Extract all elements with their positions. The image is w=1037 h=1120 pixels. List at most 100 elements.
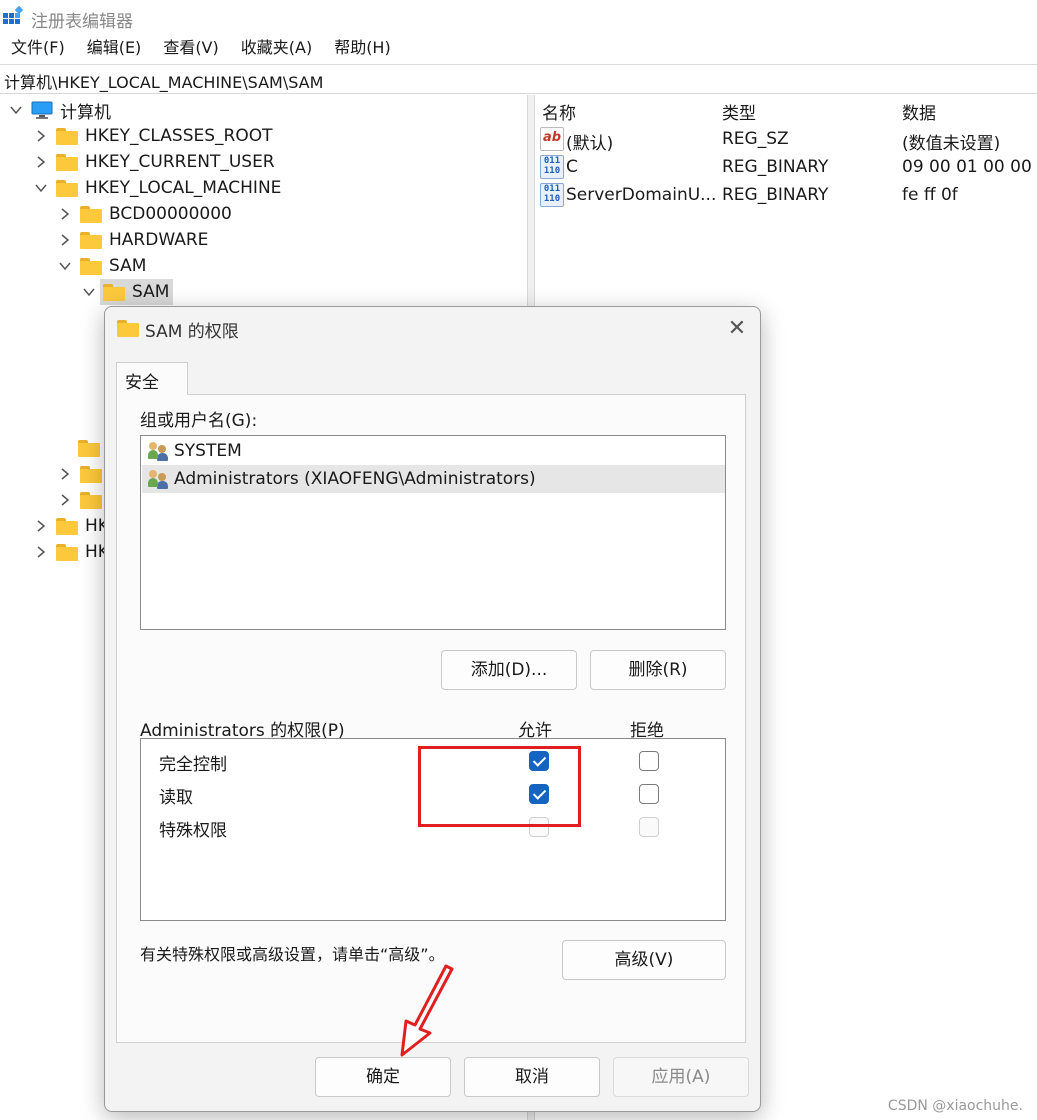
column-header-data[interactable]: 数据 bbox=[902, 99, 936, 124]
tree-node-hkcr[interactable]: HKEY_CLASSES_ROOT bbox=[34, 123, 273, 149]
chevron-right-icon[interactable] bbox=[58, 493, 72, 507]
tree-node-bcd[interactable]: BCD00000000 bbox=[58, 201, 232, 227]
tree-node-hklm[interactable]: HKEY_LOCAL_MACHINE bbox=[34, 175, 281, 201]
tree-node-sam[interactable]: SAM bbox=[58, 253, 146, 279]
highlight-box bbox=[418, 746, 581, 827]
advanced-button[interactable]: 高级(V) bbox=[562, 940, 726, 980]
deny-full-control-checkbox[interactable] bbox=[639, 751, 659, 771]
folder-open-icon bbox=[103, 283, 125, 301]
permission-name: 完全控制 bbox=[159, 755, 227, 775]
value-name: ServerDomainU... bbox=[566, 185, 717, 205]
value-data: fe ff 0f bbox=[902, 185, 958, 205]
user-name: SYSTEM bbox=[174, 441, 242, 461]
chevron-down-icon[interactable] bbox=[82, 285, 96, 299]
folder-icon bbox=[78, 439, 100, 457]
cancel-button[interactable]: 取消 bbox=[464, 1057, 600, 1097]
window-title: 注册表编辑器 bbox=[31, 12, 133, 32]
column-header-type[interactable]: 类型 bbox=[722, 99, 756, 124]
address-bar[interactable]: 计算机\HKEY_LOCAL_MACHINE\SAM\SAM bbox=[0, 64, 1037, 94]
chevron-right-icon[interactable] bbox=[58, 207, 72, 221]
tree-node-hidden-1[interactable] bbox=[78, 435, 107, 461]
tree-label: SAM bbox=[132, 282, 170, 302]
value-type: REG_SZ bbox=[722, 129, 789, 149]
user-group-icon bbox=[148, 441, 170, 461]
user-name: Administrators (XIAOFENG\Administrators) bbox=[174, 469, 536, 489]
chevron-right-icon[interactable] bbox=[34, 545, 48, 559]
tree-node-computer[interactable]: 计算机 bbox=[9, 97, 111, 123]
deny-read-checkbox[interactable] bbox=[639, 784, 659, 804]
tree-label: HARDWARE bbox=[109, 230, 209, 250]
folder-icon bbox=[80, 491, 102, 509]
list-item-administrators[interactable]: Administrators (XIAOFENG\Administrators) bbox=[142, 465, 725, 493]
tree-node-sam-sam[interactable]: SAM bbox=[82, 279, 174, 305]
list-item-system[interactable]: SYSTEM bbox=[142, 437, 725, 465]
folder-icon bbox=[80, 205, 102, 223]
tree-label: 计算机 bbox=[60, 102, 111, 123]
security-tab-panel: 组或用户名(G): SYSTEM Administrators (XIAOFEN… bbox=[116, 394, 746, 1043]
value-data: (数值未设置) bbox=[902, 134, 1001, 154]
tree-node-hardware[interactable]: HARDWARE bbox=[58, 227, 208, 253]
folder-icon bbox=[56, 517, 78, 535]
computer-icon bbox=[31, 101, 53, 119]
value-row[interactable]: 011 110 C REG_BINARY 09 00 01 00 00 bbox=[535, 155, 1037, 183]
column-header-name[interactable]: 名称 bbox=[542, 99, 576, 124]
tree-label: HKEY_LOCAL_MACHINE bbox=[85, 178, 282, 198]
value-row[interactable]: ab (默认) REG_SZ (数值未设置) bbox=[535, 127, 1037, 155]
tree-node-hk-1[interactable]: HK bbox=[34, 513, 109, 539]
selected-key[interactable]: SAM bbox=[100, 279, 174, 305]
menu-bar: 文件(F) 编辑(E) 查看(V) 收藏夹(A) 帮助(H) bbox=[0, 36, 402, 62]
binary-value-icon: 011 110 bbox=[540, 155, 564, 179]
value-row[interactable]: 011 110 ServerDomainU... REG_BINARY fe ff… bbox=[535, 183, 1037, 211]
folder-icon bbox=[80, 231, 102, 249]
arrow-annotation-icon bbox=[400, 964, 454, 1057]
value-type: REG_BINARY bbox=[722, 185, 829, 205]
tree-node-hkcu[interactable]: HKEY_CURRENT_USER bbox=[34, 149, 275, 175]
tree-label: HKEY_CURRENT_USER bbox=[85, 152, 275, 172]
tree-node-hk-2[interactable]: HK bbox=[34, 539, 109, 565]
string-value-icon: ab bbox=[540, 127, 564, 151]
folder-icon bbox=[80, 465, 102, 483]
chevron-right-icon[interactable] bbox=[34, 519, 48, 533]
tab-security[interactable]: 安全 bbox=[116, 362, 188, 395]
apply-button[interactable]: 应用(A) bbox=[613, 1057, 749, 1097]
chevron-down-icon[interactable] bbox=[34, 181, 48, 195]
chevron-down-icon[interactable] bbox=[9, 103, 23, 117]
value-name: (默认) bbox=[566, 134, 614, 154]
deny-special-checkbox bbox=[639, 817, 659, 837]
ok-button[interactable]: 确定 bbox=[315, 1057, 451, 1097]
folder-icon bbox=[56, 153, 78, 171]
permissions-dialog: SAM 的权限 ✕ 安全 组或用户名(G): SYSTEM Administra… bbox=[104, 306, 761, 1112]
dialog-title: SAM 的权限 bbox=[145, 322, 239, 342]
chevron-right-icon[interactable] bbox=[58, 233, 72, 247]
registry-editor-window: 注册表编辑器 文件(F) 编辑(E) 查看(V) 收藏夹(A) 帮助(H) 计算… bbox=[0, 0, 1037, 1120]
binary-value-icon: 011 110 bbox=[540, 183, 564, 207]
group-or-user-label: 组或用户名(G): bbox=[140, 411, 258, 431]
registry-editor-icon bbox=[3, 6, 24, 24]
address-path: 计算机\HKEY_LOCAL_MACHINE\SAM\SAM bbox=[4, 73, 324, 92]
tree-node-hidden-3[interactable] bbox=[58, 487, 109, 513]
tree-node-hidden-2[interactable] bbox=[58, 461, 109, 487]
users-list[interactable]: SYSTEM Administrators (XIAOFENG\Administ… bbox=[140, 435, 726, 630]
chevron-right-icon[interactable] bbox=[58, 467, 72, 481]
close-icon[interactable]: ✕ bbox=[722, 315, 752, 345]
advanced-hint-text: 有关特殊权限或高级设置，请单击“高级”。 bbox=[140, 945, 445, 964]
menu-favorites[interactable]: 收藏夹(A) bbox=[230, 36, 323, 62]
menu-edit[interactable]: 编辑(E) bbox=[76, 36, 153, 62]
menu-help[interactable]: 帮助(H) bbox=[323, 36, 402, 62]
permission-name: 读取 bbox=[159, 788, 193, 808]
chevron-right-icon[interactable] bbox=[34, 129, 48, 143]
menu-view[interactable]: 查看(V) bbox=[152, 36, 229, 62]
value-type: REG_BINARY bbox=[722, 157, 829, 177]
tree-label: SAM bbox=[109, 256, 147, 276]
folder-icon bbox=[80, 257, 102, 275]
value-data: 09 00 01 00 00 bbox=[902, 157, 1032, 177]
folder-icon bbox=[56, 127, 78, 145]
add-button[interactable]: 添加(D)... bbox=[441, 650, 577, 690]
chevron-down-icon[interactable] bbox=[58, 259, 72, 273]
menu-file[interactable]: 文件(F) bbox=[0, 36, 76, 62]
tree-label: HKEY_CLASSES_ROOT bbox=[85, 126, 273, 146]
folder-icon bbox=[117, 319, 139, 337]
permission-name: 特殊权限 bbox=[159, 821, 227, 841]
chevron-right-icon[interactable] bbox=[34, 155, 48, 169]
remove-button[interactable]: 删除(R) bbox=[590, 650, 726, 690]
